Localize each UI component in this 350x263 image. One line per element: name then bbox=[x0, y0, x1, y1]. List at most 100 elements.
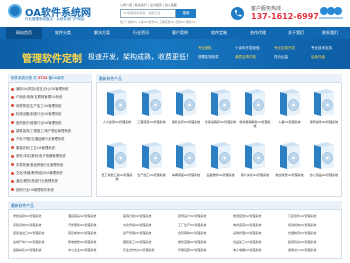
product-name: 工程项目OA管理系统 bbox=[137, 120, 166, 124]
new-product-link[interactable]: 农业合作社OA管理系统 bbox=[123, 248, 154, 252]
new-product-link[interactable]: 项目成本OA管理系统 bbox=[68, 231, 96, 235]
product-card[interactable]: 物业收费OA管理系统 bbox=[273, 141, 307, 187]
product-card[interactable]: 车辆调度OA管理系统 bbox=[169, 141, 203, 187]
new-product-link[interactable]: 服装加工OA管理系统 bbox=[123, 240, 151, 244]
sidebar-item[interactable]: IT系统/电商/互联网管理OA系统 bbox=[11, 94, 62, 99]
product-name: 生产加工OA管理系统 bbox=[137, 173, 166, 177]
banner-tag: 满意后再付款 bbox=[235, 55, 256, 59]
product-name: 员工考勤工资OA管理系统 bbox=[101, 173, 133, 181]
sidebar-item-label: 机械设备/制造行业OA管理系统 bbox=[16, 112, 62, 117]
sidebar-item[interactable]: 服装纺织/工业OA管理系统 bbox=[11, 145, 55, 150]
banner-title: 管理软件定制 bbox=[22, 54, 82, 65]
sidebar-item[interactable]: 建筑装饰/工程施工/地产物业管理系统 bbox=[11, 128, 71, 133]
sidebar-item[interactable]: 汽车/汽配/交通运输行业管理系统 bbox=[11, 136, 64, 141]
sidebar-item[interactable]: 机械设备/制造行业OA管理系统 bbox=[11, 111, 61, 116]
nav-item-categories[interactable]: 软件分类 bbox=[45, 27, 81, 39]
product-card[interactable]: 生产加工OA管理系统 bbox=[135, 141, 169, 187]
top-links[interactable]: 公司介绍 | 联系我们 | 设为首页 | 加入收藏 bbox=[120, 3, 177, 7]
new-product-link[interactable]: 中小企业OA管理系统 bbox=[68, 248, 96, 252]
search-input[interactable]: OA管理软件名称、适用行业 bbox=[120, 9, 176, 18]
new-product-link[interactable]: 资产管理OA管理系统 bbox=[123, 231, 151, 235]
product-card[interactable]: 律所案件OA管理系统 bbox=[307, 88, 341, 134]
products-title: 最新软件产品 bbox=[96, 74, 342, 83]
sidebar-item-label: 农林牧渔/食品养殖行业管理系统 bbox=[16, 162, 64, 167]
software-box-icon bbox=[141, 89, 162, 116]
software-box-icon bbox=[107, 89, 127, 116]
qq-service-icon[interactable] bbox=[318, 5, 344, 21]
banner-tag: 专业技术支持 bbox=[311, 46, 332, 50]
new-product-link[interactable]: 仓储物流OA管理系统 bbox=[288, 231, 316, 235]
software-box-icon bbox=[245, 89, 265, 116]
search-button[interactable]: 搜索 bbox=[176, 9, 196, 18]
product-card[interactable]: 销售合同OA管理系统 bbox=[169, 88, 203, 134]
site-header: OA软件系统网 行业管理系统盘点 · 从软件到门户网站 公司介绍 | 联系我们 … bbox=[0, 0, 350, 26]
product-card[interactable]: 办公用品OA管理系统 bbox=[307, 141, 341, 187]
new-product-link[interactable]: 门店零售OA管理系统 bbox=[288, 214, 316, 218]
nav-item-cases[interactable]: 客户案例 bbox=[162, 27, 198, 39]
new-product-link[interactable]: 装饰设计OA管理系统 bbox=[178, 214, 206, 218]
main-nav: 网站首页 软件分类 解决方案 行业资讯 客户案例 软件定制 合作代理 关于我们 … bbox=[0, 27, 350, 39]
nav-item-contact[interactable]: 联系我们 bbox=[313, 27, 347, 39]
new-product-link[interactable]: 贸易进出口OA管理系统 bbox=[13, 231, 44, 235]
new-product-link[interactable]: 采购管理OA管理系统 bbox=[233, 231, 261, 235]
new-product-link[interactable]: 酒店客房OA管理系统 bbox=[68, 214, 96, 218]
new-product-link[interactable]: 文化传媒OA管理系统 bbox=[123, 223, 151, 227]
nav-item-agents[interactable]: 合作代理 bbox=[240, 27, 276, 39]
sidebar-item[interactable]: 农林牧渔/食品养殖行业管理系统 bbox=[11, 162, 63, 167]
product-card[interactable]: 财务报销审批OA管理系统 bbox=[238, 88, 272, 134]
new-product-link[interactable]: 工厂生产OA管理系统 bbox=[178, 223, 206, 227]
new-product-link[interactable]: 医院行政OA管理系统 bbox=[123, 214, 151, 218]
software-box-icon bbox=[210, 89, 231, 116]
new-product-link[interactable]: 电商运营OA管理系统 bbox=[233, 223, 261, 227]
sidebar-item[interactable]: 通用OA/财务/收支/办公OA管理系统 bbox=[11, 86, 68, 91]
sidebar-count: 3723 bbox=[37, 76, 48, 80]
sidebar-item[interactable]: 商贸物流/生产加工OA管理系统 bbox=[11, 103, 61, 108]
new-product-link[interactable]: 培训机构OA管理系统 bbox=[288, 223, 316, 227]
sidebar-item-label: 服装纺织/工业OA管理系统 bbox=[16, 145, 55, 150]
bullet-icon bbox=[11, 129, 14, 133]
product-name: 物业收费OA管理系统 bbox=[275, 173, 304, 177]
new-product-link[interactable]: 物流配送OA管理系统 bbox=[233, 214, 261, 218]
product-name: 财务报销审批OA管理系统 bbox=[239, 120, 271, 128]
new-product-link[interactable]: 电子电器OA管理系统 bbox=[233, 248, 261, 252]
hot-searches[interactable]: 热门: 通用OA 人事OA 财务OA 工程项目OA 仓库OA 销售OA bbox=[120, 20, 195, 24]
sidebar-item[interactable]: 其他行业OA管理软件系统 bbox=[11, 187, 54, 192]
product-card[interactable]: 客户关系OA管理系统 bbox=[238, 141, 272, 187]
sidebar-item[interactable]: 家电/手机/数码/电子电器管理系统 bbox=[11, 153, 66, 158]
new-product-link[interactable]: 印刷包装OA管理系统 bbox=[178, 248, 206, 252]
new-product-link[interactable]: 汽修服务OA管理系统 bbox=[68, 223, 96, 227]
new-product-link[interactable]: 合同审批OA管理系统 bbox=[178, 231, 206, 235]
sidebar-item[interactable]: 医药医疗/健康行业OA管理系统 bbox=[11, 120, 61, 125]
new-product-link[interactable]: 通用办公OA管理系统 bbox=[288, 248, 316, 252]
new-product-link[interactable]: 学校后勤OA管理系统 bbox=[13, 214, 41, 218]
new-product-link[interactable]: 家电维修OA管理系统 bbox=[68, 240, 96, 244]
product-card[interactable]: 人事OA管理系统 bbox=[273, 88, 307, 134]
new-product-link[interactable]: 养殖基地OA管理系统 bbox=[13, 223, 41, 227]
new-product-link[interactable]: 政府机关OA管理系统 bbox=[288, 240, 316, 244]
product-card[interactable]: 工程项目OA管理系统 bbox=[135, 88, 169, 134]
product-card[interactable]: 仓库进销存OA管理系统 bbox=[204, 88, 238, 134]
new-product-link[interactable]: 食品加工OA管理系统 bbox=[233, 240, 261, 244]
software-box-icon bbox=[279, 142, 300, 169]
product-card[interactable]: 人力资源OA管理系统 bbox=[100, 88, 134, 134]
nav-item-home[interactable]: 网站首页 bbox=[6, 27, 42, 39]
new-product-link[interactable]: 餐饮连锁OA管理系统 bbox=[178, 240, 206, 244]
nav-item-about[interactable]: 关于我们 bbox=[279, 27, 313, 39]
sidebar-item-label: 文化/传媒/教育培训OA管理系统 bbox=[16, 171, 63, 175]
bullet-icon bbox=[11, 154, 14, 158]
new-product-link[interactable]: 运输车队OA管理系统 bbox=[13, 248, 41, 252]
nav-item-news[interactable]: 行业资讯 bbox=[123, 27, 159, 39]
product-card[interactable]: 设备维修OA管理系统 bbox=[204, 141, 238, 187]
bullet-icon bbox=[11, 104, 14, 108]
sidebar-item-label: 商贸物流/生产加工OA管理系统 bbox=[16, 103, 62, 108]
product-card[interactable]: 员工考勤工资OA管理系统 bbox=[100, 141, 134, 187]
logo-icon[interactable] bbox=[8, 4, 22, 18]
new-product-link[interactable]: 房地产中介OA管理系统 bbox=[13, 240, 44, 244]
bullet-icon bbox=[11, 146, 14, 150]
sidebar-item[interactable]: 文化/传媒/教育培训OA管理系统 bbox=[11, 170, 63, 175]
product-name: 车辆调度OA管理系统 bbox=[171, 173, 201, 177]
nav-item-solutions[interactable]: 解决方案 bbox=[84, 27, 120, 39]
nav-item-custom[interactable]: 软件定制 bbox=[201, 27, 237, 39]
sidebar-item[interactable]: 酒店/餐饮/旅游行业管理系统 bbox=[11, 178, 58, 183]
sidebar-title-prefix: 软件系统分类 bbox=[11, 76, 32, 80]
